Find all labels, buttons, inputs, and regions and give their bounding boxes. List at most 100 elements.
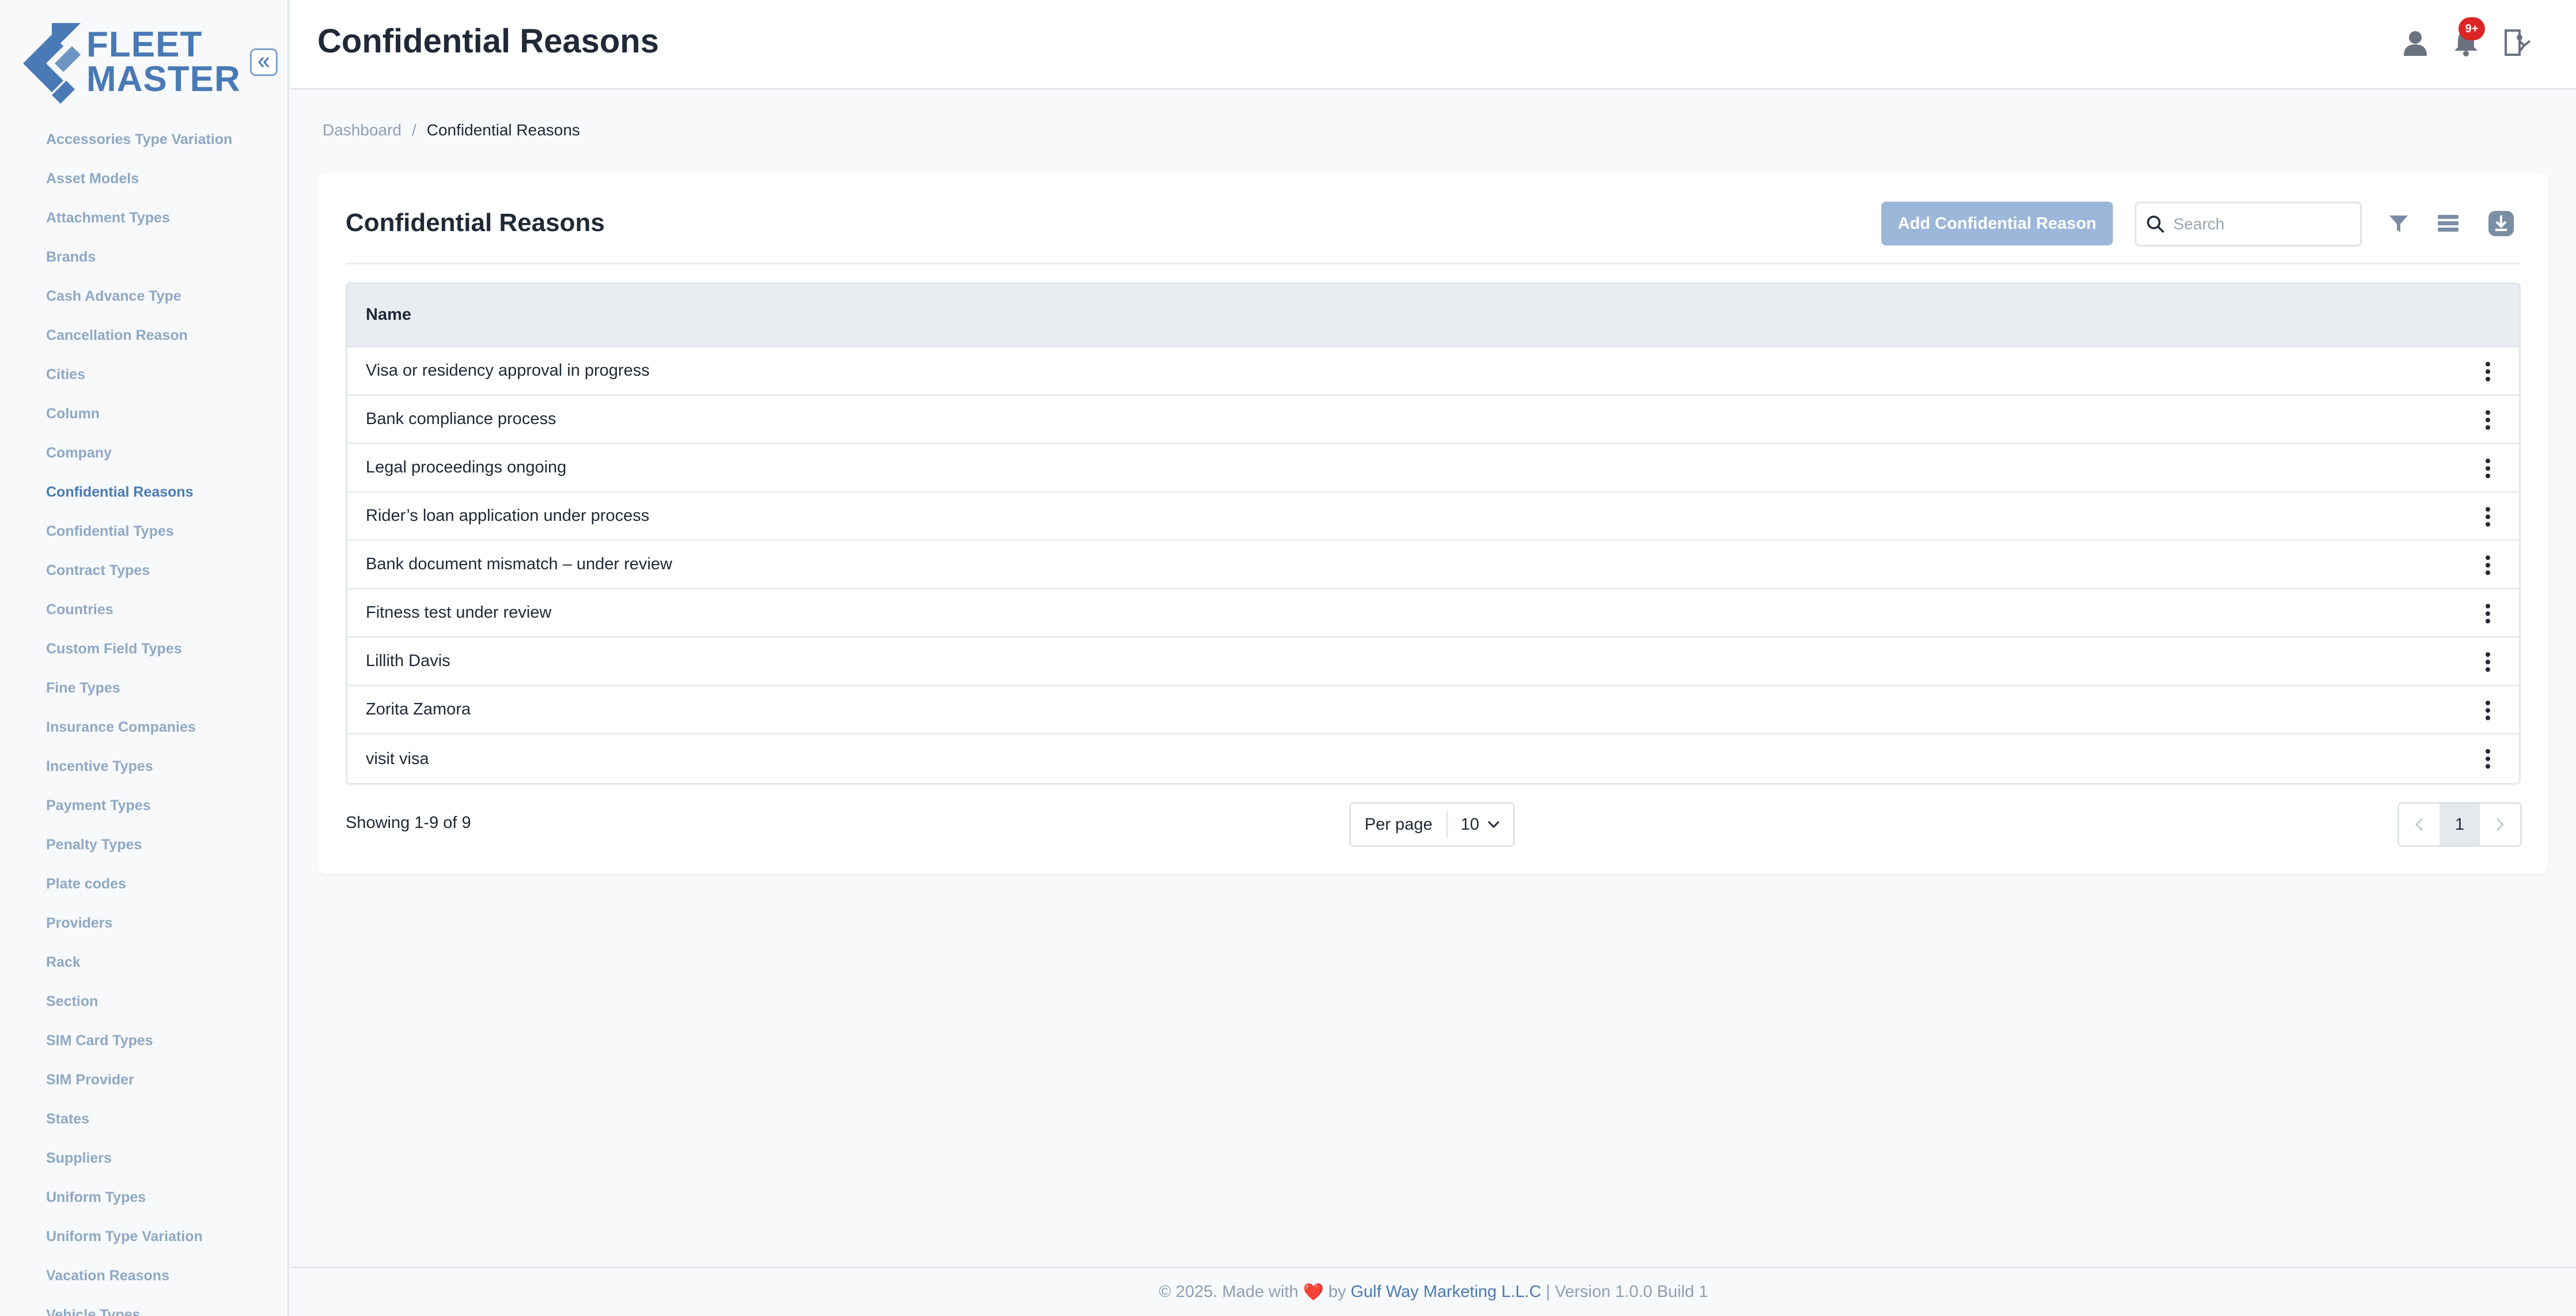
pagination: 1 bbox=[2397, 802, 2522, 847]
logo-mark-icon bbox=[23, 23, 81, 104]
row-name: Fitness test under review bbox=[366, 603, 552, 622]
sidebar-item-asset-models[interactable]: Asset Models bbox=[46, 165, 232, 204]
search-box[interactable] bbox=[2135, 202, 2362, 247]
footer-by: by bbox=[1328, 1283, 1346, 1301]
sidebar-item-column[interactable]: Column bbox=[46, 400, 232, 439]
sidebar-item-suppliers[interactable]: Suppliers bbox=[46, 1144, 232, 1183]
table-row[interactable]: Visa or residency approval in progress bbox=[347, 347, 2519, 396]
sidebar-item-states[interactable]: States bbox=[46, 1105, 232, 1144]
page-number-button[interactable]: 1 bbox=[2439, 804, 2480, 845]
row-actions-kebab-icon[interactable] bbox=[2476, 358, 2499, 385]
row-actions-kebab-icon[interactable] bbox=[2476, 745, 2499, 773]
row-actions-kebab-icon[interactable] bbox=[2476, 406, 2499, 434]
sidebar-item-contract-types[interactable]: Contract Types bbox=[46, 557, 232, 596]
search-icon bbox=[2147, 215, 2165, 233]
per-page-selector[interactable]: Per page 10 bbox=[1349, 802, 1515, 847]
sidebar-item-payment-types[interactable]: Payment Types bbox=[46, 792, 232, 831]
table-row[interactable]: Bank compliance process bbox=[347, 396, 2519, 444]
sidebar-item-incentive-types[interactable]: Incentive Types bbox=[46, 752, 232, 792]
card-title: Confidential Reasons bbox=[346, 209, 605, 237]
sidebar-item-penalty-types[interactable]: Penalty Types bbox=[46, 831, 232, 870]
table-row[interactable]: Zorita Zamora bbox=[347, 686, 2519, 735]
sidebar-item-plate-codes[interactable]: Plate codes bbox=[46, 870, 232, 909]
row-name: Bank document mismatch – under review bbox=[366, 555, 672, 573]
user-icon[interactable] bbox=[2399, 27, 2431, 59]
sidebar-item-sim-card-types[interactable]: SIM Card Types bbox=[46, 1027, 232, 1066]
sidebar-item-vehicle-types[interactable]: Vehicle Types bbox=[46, 1301, 232, 1316]
sidebar-item-brands[interactable]: Brands bbox=[46, 243, 232, 282]
breadcrumb-dashboard-link[interactable]: Dashboard bbox=[323, 121, 401, 139]
column-header-name[interactable]: Name bbox=[366, 305, 411, 324]
sidebar-item-cities[interactable]: Cities bbox=[46, 361, 232, 400]
fleet-master-logo[interactable]: FLEET MASTER bbox=[23, 23, 242, 104]
sidebar-item-company[interactable]: Company bbox=[46, 439, 232, 478]
sidebar-item-sim-provider[interactable]: SIM Provider bbox=[46, 1066, 232, 1105]
per-page-dropdown[interactable]: 10 bbox=[1448, 815, 1500, 834]
table-row[interactable]: Rider’s loan application under process bbox=[347, 493, 2519, 541]
showing-count: Showing 1-9 of 9 bbox=[346, 814, 471, 832]
row-name: visit visa bbox=[366, 749, 429, 768]
notification-badge: 9+ bbox=[2458, 17, 2485, 40]
sidebar-item-confidential-types[interactable]: Confidential Types bbox=[46, 517, 232, 557]
table-row[interactable]: Fitness test under review bbox=[347, 589, 2519, 638]
sidebar: FLEET MASTER Accessories Type Variation A… bbox=[0, 0, 289, 1316]
sidebar-item-confidential-reasons[interactable]: Confidential Reasons bbox=[46, 478, 232, 517]
logo-line-2: MASTER bbox=[86, 59, 241, 99]
content-card: Confidential Reasons Add Confidential Re… bbox=[318, 173, 2548, 873]
table-row[interactable]: Legal proceedings ongoing bbox=[347, 444, 2519, 493]
row-actions-kebab-icon[interactable] bbox=[2476, 551, 2499, 579]
per-page-label: Per page bbox=[1351, 811, 1448, 838]
breadcrumb: Dashboard / Confidential Reasons bbox=[323, 121, 580, 139]
prev-page-button[interactable] bbox=[2399, 804, 2439, 845]
collapse-sidebar-button[interactable] bbox=[250, 48, 278, 76]
logo-text: FLEET MASTER bbox=[86, 25, 241, 99]
table-row[interactable]: visit visa bbox=[347, 735, 2519, 783]
sidebar-item-providers[interactable]: Providers bbox=[46, 909, 232, 948]
sidebar-item-fine-types[interactable]: Fine Types bbox=[46, 674, 232, 713]
table-row[interactable]: Bank document mismatch – under review bbox=[347, 541, 2519, 589]
chevron-down-icon bbox=[1487, 820, 1500, 829]
heart-icon: ❤️ bbox=[1302, 1283, 1324, 1302]
logo-line-1: FLEET bbox=[86, 25, 203, 65]
sidebar-item-insurance-companies[interactable]: Insurance Companies bbox=[46, 713, 232, 752]
download-icon[interactable] bbox=[2486, 209, 2516, 239]
search-input[interactable] bbox=[2173, 215, 2346, 233]
next-page-button[interactable] bbox=[2480, 804, 2520, 845]
sidebar-item-custom-field-types[interactable]: Custom Field Types bbox=[46, 635, 232, 674]
sidebar-item-cash-advance-type[interactable]: Cash Advance Type bbox=[46, 282, 232, 322]
reasons-table: Name Visa or residency approval in progr… bbox=[346, 282, 2521, 785]
row-actions-kebab-icon[interactable] bbox=[2476, 648, 2499, 676]
sidebar-item-uniform-types[interactable]: Uniform Types bbox=[46, 1183, 232, 1223]
row-name: Rider’s loan application under process bbox=[366, 506, 650, 525]
filter-icon[interactable] bbox=[2384, 209, 2414, 239]
chevron-right-icon bbox=[2496, 818, 2504, 831]
page-footer: © 2025. Made with ❤️ by Gulf Way Marketi… bbox=[291, 1266, 2576, 1316]
sidebar-item-vacation-reasons[interactable]: Vacation Reasons bbox=[46, 1262, 232, 1301]
chevron-left-icon bbox=[2415, 818, 2423, 831]
sidebar-item-uniform-type-variation[interactable]: Uniform Type Variation bbox=[46, 1223, 232, 1262]
row-actions-kebab-icon[interactable] bbox=[2476, 697, 2499, 724]
sidebar-item-attachment-types[interactable]: Attachment Types bbox=[46, 204, 232, 243]
footer-version: | Version 1.0.0 Build 1 bbox=[1545, 1283, 1709, 1301]
sidebar-item-accessories-type-variation[interactable]: Accessories Type Variation bbox=[46, 126, 232, 165]
sidebar-item-cancellation-reason[interactable]: Cancellation Reason bbox=[46, 322, 232, 361]
row-actions-kebab-icon[interactable] bbox=[2476, 455, 2499, 482]
row-actions-kebab-icon[interactable] bbox=[2476, 503, 2499, 531]
page-title: Confidential Reasons bbox=[317, 22, 659, 60]
add-confidential-reason-button[interactable]: Add Confidential Reason bbox=[1881, 202, 2113, 245]
sidebar-nav: Accessories Type Variation Asset Models At… bbox=[46, 126, 232, 1316]
row-actions-kebab-icon[interactable] bbox=[2476, 600, 2499, 627]
logout-icon[interactable] bbox=[2501, 27, 2533, 59]
table-row[interactable]: Lillith Davis bbox=[347, 638, 2519, 686]
double-chevron-left-icon bbox=[258, 57, 270, 67]
company-link[interactable]: Gulf Way Marketing L.L.C bbox=[1351, 1283, 1541, 1302]
table-body: Visa or residency approval in progress Ba… bbox=[347, 347, 2519, 783]
per-page-value: 10 bbox=[1460, 815, 1479, 834]
breadcrumb-current: Confidential Reasons bbox=[426, 121, 580, 139]
breadcrumb-separator: / bbox=[411, 121, 416, 139]
sidebar-item-rack[interactable]: Rack bbox=[46, 948, 232, 988]
row-name: Legal proceedings ongoing bbox=[366, 458, 567, 477]
sidebar-item-countries[interactable]: Countries bbox=[46, 596, 232, 635]
columns-icon[interactable] bbox=[2433, 209, 2463, 239]
sidebar-item-section[interactable]: Section bbox=[46, 988, 232, 1027]
